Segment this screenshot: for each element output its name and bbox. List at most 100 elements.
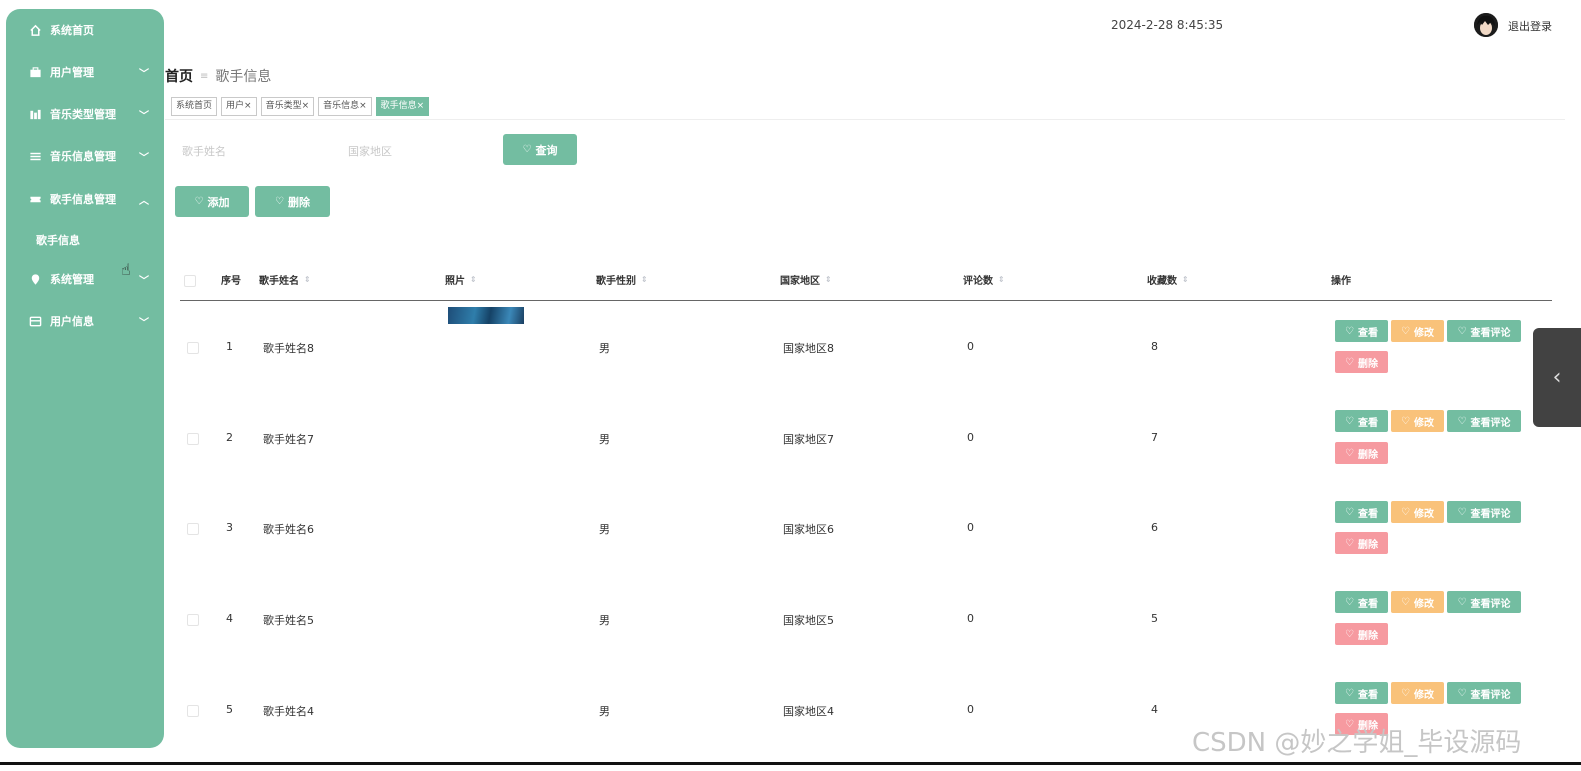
row-checkbox[interactable] [187, 705, 199, 717]
col-name-label: 歌手姓名 [259, 276, 299, 287]
heart-icon: ♡ [1345, 687, 1354, 699]
col-index: 序号 [221, 272, 241, 287]
edit-button[interactable]: ♡ 修改 [1391, 410, 1444, 432]
heart-icon: ♡ [1457, 506, 1467, 518]
sort-icon[interactable]: ⇕ [1182, 275, 1189, 284]
view-comments-label: 查看评论 [1470, 417, 1511, 429]
sort-icon[interactable]: ⇕ [825, 275, 832, 284]
sidebar-item-music-info[interactable]: 音乐信息管理 ﹀ [6, 141, 164, 171]
breadcrumb-current: 歌手信息 [215, 69, 272, 85]
view-comments-button[interactable]: ♡ 查看评论 [1447, 682, 1521, 704]
cell-comments: 0 [967, 431, 974, 444]
tag-singer-info[interactable]: 歌手信息× [375, 97, 430, 116]
view-comments-button[interactable]: ♡ 查看评论 [1447, 320, 1521, 342]
tag-music-types[interactable]: 音乐类型× [260, 97, 315, 116]
col-gender[interactable]: 歌手性别 ⇕ [596, 272, 648, 287]
delete-row-label: 删除 [1357, 449, 1378, 461]
delete-row-button[interactable]: ♡ 删除 [1335, 351, 1388, 373]
col-name[interactable]: 歌手姓名 ⇕ [259, 272, 311, 287]
sort-icon[interactable]: ⇕ [304, 275, 311, 284]
sidebar-item-singer-info[interactable]: 歌手信息管理 ︿ [6, 184, 164, 214]
row-checkbox[interactable] [187, 523, 199, 535]
sidebar-item-home[interactable]: 系统首页 [6, 15, 164, 45]
breadcrumb-home[interactable]: 首页 [165, 66, 193, 86]
heart-icon: ♡ [1345, 356, 1354, 368]
cell-favorites: 7 [1151, 431, 1158, 444]
region-input[interactable] [346, 140, 500, 162]
delete-button[interactable]: ♡ 删除 [255, 186, 330, 217]
heart-icon: ♡ [1401, 687, 1410, 699]
singer-name-input[interactable] [180, 140, 334, 162]
delete-row-button[interactable]: ♡ 删除 [1335, 532, 1388, 554]
sort-icon[interactable]: ⇕ [641, 275, 648, 284]
chevron-down-icon: ﹀ [139, 152, 149, 164]
sidebar-item-user-info[interactable]: 用户信息 ﹀ [6, 306, 164, 336]
view-comments-label: 查看评论 [1470, 327, 1511, 339]
delete-row-label: 删除 [1357, 630, 1378, 642]
edit-button[interactable]: ♡ 修改 [1391, 682, 1444, 704]
cell-gender: 男 [599, 614, 610, 627]
view-button[interactable]: ♡ 查看 [1335, 410, 1388, 432]
view-button[interactable]: ♡ 查看 [1335, 591, 1388, 613]
delete-row-button[interactable]: ♡ 删除 [1335, 442, 1388, 464]
tag-users[interactable]: 用户× [221, 97, 257, 116]
sort-icon[interactable]: ⇕ [470, 275, 477, 284]
view-comments-button[interactable]: ♡ 查看评论 [1447, 591, 1521, 613]
cell-region: 国家地区6 [783, 523, 834, 536]
edit-label: 修改 [1413, 417, 1434, 429]
singer-photo [448, 307, 524, 324]
cell-favorites: 8 [1151, 340, 1158, 353]
sidebar-item-label: 歌手信息管理 [50, 193, 116, 206]
sidebar-item-system[interactable]: 系统管理 ﹀ [6, 264, 164, 294]
query-button[interactable]: ♡ 查询 [503, 134, 577, 165]
cell-favorites: 4 [1151, 703, 1158, 716]
col-photo[interactable]: 照片 ⇕ [445, 272, 477, 287]
side-panel-toggle[interactable]: ‹ [1533, 328, 1581, 427]
chevron-down-icon: ﹀ [139, 317, 149, 329]
view-comments-button[interactable]: ♡ 查看评论 [1447, 410, 1521, 432]
view-button[interactable]: ♡ 查看 [1335, 682, 1388, 704]
view-button[interactable]: ♡ 查看 [1335, 320, 1388, 342]
cell-name: 歌手姓名6 [263, 523, 314, 536]
row-checkbox[interactable] [187, 342, 199, 354]
heart-icon: ♡ [275, 196, 284, 207]
col-comments-label: 评论数 [963, 276, 993, 287]
tag-home[interactable]: 系统首页 [171, 97, 218, 116]
heart-icon: ♡ [1401, 506, 1410, 518]
cell-index: 4 [226, 612, 233, 625]
cell-favorites: 5 [1151, 612, 1158, 625]
edit-button[interactable]: ♡ 修改 [1391, 320, 1444, 342]
sidebar-item-label: 系统首页 [50, 24, 94, 37]
sidebar-subitem-singer-info[interactable]: 歌手信息 [36, 232, 80, 248]
col-gender-label: 歌手性别 [596, 276, 636, 287]
row-checkbox[interactable] [187, 433, 199, 445]
view-comments-button[interactable]: ♡ 查看评论 [1447, 501, 1521, 523]
chevron-left-icon: ‹ [1552, 365, 1562, 390]
tag-music-info[interactable]: 音乐信息× [318, 97, 372, 116]
view-comments-label: 查看评论 [1470, 689, 1511, 701]
col-comments[interactable]: 评论数 ⇕ [963, 272, 1005, 287]
cell-region: 国家地区5 [783, 614, 834, 627]
col-actions-label: 操作 [1331, 276, 1351, 287]
cell-region: 国家地区7 [783, 433, 834, 446]
view-button[interactable]: ♡ 查看 [1335, 501, 1388, 523]
select-all-checkbox[interactable] [184, 275, 196, 287]
col-region[interactable]: 国家地区 ⇕ [780, 272, 832, 287]
delete-row-button[interactable]: ♡ 删除 [1335, 623, 1388, 645]
sidebar-item-users[interactable]: 用户管理 ﹀ [6, 57, 164, 87]
col-favorites[interactable]: 收藏数 ⇕ [1147, 272, 1189, 287]
cell-region: 国家地区4 [783, 705, 834, 718]
cell-gender: 男 [599, 433, 610, 446]
sidebar-item-music-types[interactable]: 音乐类型管理 ﹀ [6, 99, 164, 129]
add-label: 添加 [207, 195, 230, 209]
edit-button[interactable]: ♡ 修改 [1391, 501, 1444, 523]
briefcase-icon [28, 65, 42, 79]
add-button[interactable]: ♡ 添加 [175, 186, 249, 217]
sort-icon[interactable]: ⇕ [998, 275, 1005, 284]
avatar[interactable] [1474, 13, 1498, 37]
edit-button[interactable]: ♡ 修改 [1391, 591, 1444, 613]
logout-link[interactable]: 退出登录 [1508, 18, 1552, 34]
heart-icon: ♡ [1345, 325, 1354, 337]
row-checkbox[interactable] [187, 614, 199, 626]
cell-index: 5 [226, 703, 233, 716]
